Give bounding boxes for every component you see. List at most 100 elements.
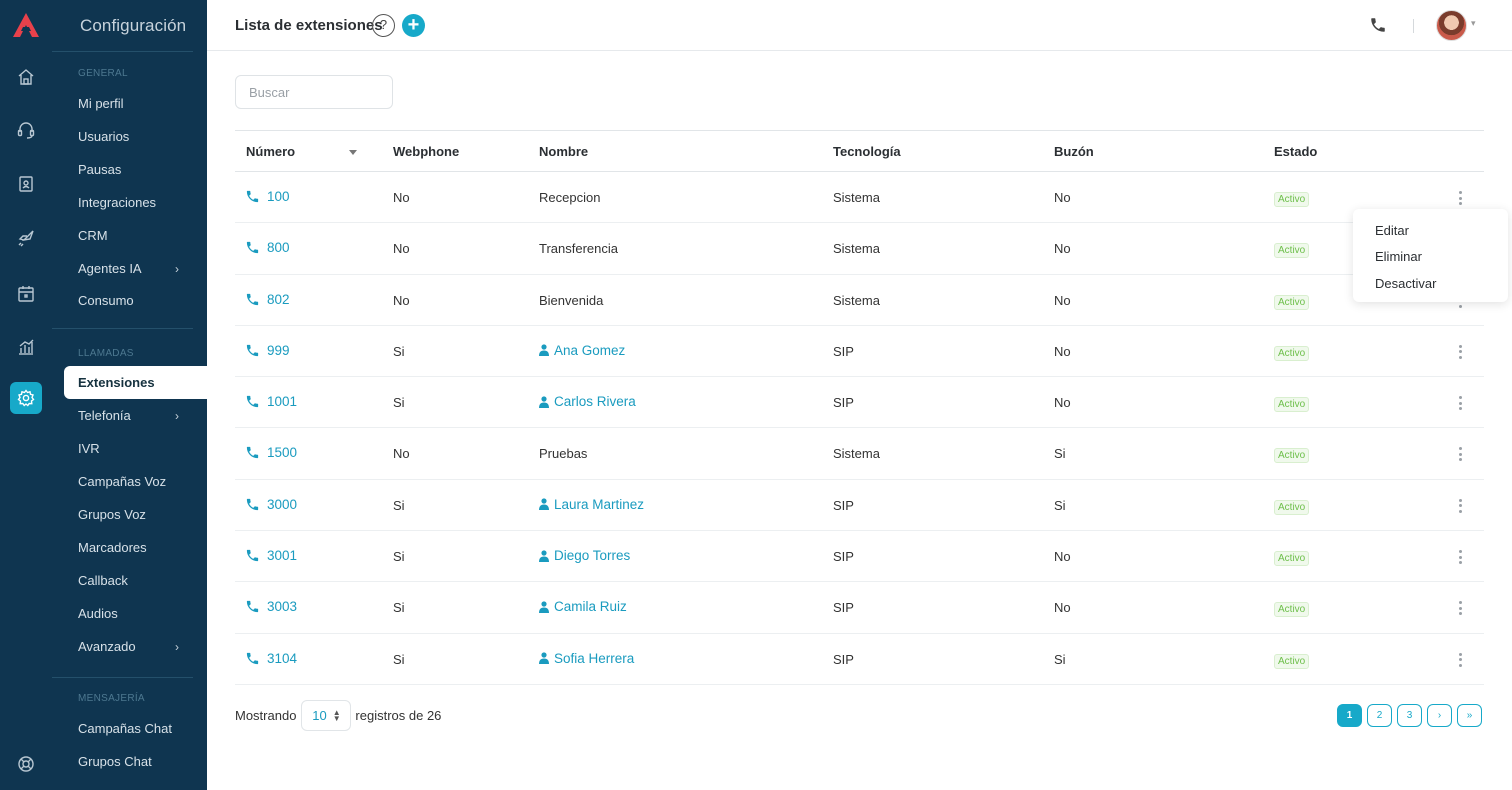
section-general-label: GENERAL <box>78 68 128 79</box>
sidebar-item-grupos-voz[interactable]: Grupos Voz <box>78 498 193 531</box>
user-name-link[interactable]: Diego Torres <box>539 548 630 563</box>
more-options-icon[interactable] <box>1456 600 1464 616</box>
sidebar-item-audios[interactable]: Audios <box>78 597 193 630</box>
phone-icon[interactable] <box>1369 16 1387 34</box>
more-options-icon[interactable] <box>1456 498 1464 514</box>
menu-item-desactivar[interactable]: Desactivar <box>1353 270 1508 297</box>
sidebar-item-integraciones[interactable]: Integraciones <box>78 186 193 219</box>
rocket-icon[interactable] <box>10 222 42 254</box>
column-header-buzon[interactable]: Buzón <box>1054 144 1094 159</box>
user-name-link[interactable]: Carlos Rivera <box>539 394 636 409</box>
sidebar-item-crm[interactable]: CRM <box>78 219 193 252</box>
extension-number-link[interactable]: 3003 <box>245 599 297 614</box>
sidebar-item-marcadores[interactable]: Marcadores <box>78 531 193 564</box>
app-logo-icon[interactable] <box>12 12 40 38</box>
add-extension-button[interactable]: + <box>402 14 425 37</box>
extension-number-link[interactable]: 802 <box>245 292 290 307</box>
next-page-button[interactable]: › <box>1427 704 1452 727</box>
voicemail-cell: No <box>1054 600 1071 616</box>
sidebar-item-mi-perfil[interactable]: Mi perfil <box>78 87 193 120</box>
user-name-link[interactable]: Camila Ruiz <box>539 599 627 614</box>
more-options-icon[interactable] <box>1456 549 1464 565</box>
per-page-select[interactable]: 10 ▲ ▼ <box>301 700 352 731</box>
chart-icon[interactable] <box>10 331 42 363</box>
extension-number-link[interactable]: 3000 <box>245 497 297 512</box>
chevron-down-icon[interactable]: ▾ <box>1471 18 1476 29</box>
icon-rail <box>0 0 52 790</box>
sidebar-item-campanas-chat[interactable]: Campañas Chat <box>78 712 193 745</box>
page-button-3[interactable]: 3 <box>1397 704 1422 727</box>
phone-icon <box>245 240 260 255</box>
more-options-icon[interactable] <box>1456 395 1464 411</box>
sidebar-item-grupos-chat[interactable]: Grupos Chat <box>78 745 193 778</box>
page-button-1[interactable]: 1 <box>1337 704 1362 727</box>
webphone-cell: Si <box>393 343 405 359</box>
user-name-link[interactable]: Ana Gomez <box>539 343 625 358</box>
column-header-tecnologia[interactable]: Tecnología <box>833 144 901 159</box>
calendar-icon[interactable] <box>10 278 42 310</box>
table-row: 3003 Si Camila Ruiz SIP No Activo <box>235 582 1484 634</box>
chevron-right-icon: › <box>175 262 179 276</box>
sidebar-item-avanzado[interactable]: Avanzado › <box>78 630 193 663</box>
sidebar-item-extensiones[interactable]: Extensiones <box>64 366 207 399</box>
webphone-cell: Si <box>393 600 405 616</box>
webphone-cell: Si <box>393 549 405 565</box>
menu-item-editar[interactable]: Editar <box>1353 217 1508 244</box>
more-options-icon[interactable] <box>1456 344 1464 360</box>
chevron-right-icon: › <box>175 640 179 654</box>
updown-icon: ▲ ▼ <box>332 707 341 723</box>
sidebar-item-ivr[interactable]: IVR <box>78 432 193 465</box>
search-input[interactable] <box>235 75 393 109</box>
column-header-numero[interactable]: Número <box>246 144 295 159</box>
status-badge: Activo <box>1274 551 1310 567</box>
headset-icon[interactable] <box>10 114 42 146</box>
user-name: Carlos Rivera <box>554 394 636 410</box>
webphone-cell: No <box>393 190 410 205</box>
column-header-estado[interactable]: Estado <box>1274 144 1317 159</box>
extensions-table: Número Webphone Nombre Tecnología Buzón … <box>235 130 1484 685</box>
sidebar-item-consumo[interactable]: Consumo <box>78 284 193 317</box>
sidebar-item-agentes-ia[interactable]: Agentes IA › <box>78 252 193 285</box>
technology-cell: SIP <box>833 497 854 513</box>
sort-desc-icon[interactable] <box>349 150 357 155</box>
more-options-icon[interactable] <box>1456 190 1464 206</box>
extension-number-link[interactable]: 3001 <box>245 548 297 563</box>
sidebar-item-callback[interactable]: Callback <box>78 564 193 597</box>
extension-number-link[interactable]: 1001 <box>245 394 297 409</box>
sidebar-item-pausas[interactable]: Pausas <box>78 153 193 186</box>
sidebar-title: Configuración <box>80 16 187 35</box>
last-page-button[interactable]: » <box>1457 704 1482 727</box>
table-row: 802 No Bienvenida Sistema No Activo <box>235 275 1484 326</box>
column-header-nombre[interactable]: Nombre <box>539 144 588 159</box>
column-header-webphone[interactable]: Webphone <box>393 144 459 159</box>
table-row: 3000 Si Laura Martinez SIP Si Activo <box>235 480 1484 532</box>
page-button-2[interactable]: 2 <box>1367 704 1392 727</box>
help-button[interactable]: ? <box>372 14 395 37</box>
technology-cell: SIP <box>833 600 854 616</box>
section-mensajeria-label: MENSAJERÍA <box>78 693 145 704</box>
extension-number-link[interactable]: 1500 <box>245 445 297 460</box>
gear-icon[interactable] <box>10 382 42 414</box>
table-header: Número Webphone Nombre Tecnología Buzón … <box>235 130 1484 172</box>
sidebar-item-campanas-voz[interactable]: Campañas Voz <box>78 465 193 498</box>
extension-number-link[interactable]: 3104 <box>245 651 297 666</box>
user-name-link[interactable]: Laura Martinez <box>539 497 644 512</box>
extension-number: 999 <box>267 342 290 358</box>
menu-item-eliminar[interactable]: Eliminar <box>1353 244 1508 271</box>
sidebar-item-telefonia[interactable]: Telefonía › <box>78 399 193 432</box>
avatar[interactable] <box>1436 10 1467 41</box>
more-options-icon[interactable] <box>1456 652 1464 668</box>
extension-number-link[interactable]: 100 <box>245 189 290 204</box>
sidebar-item-label: Telefonía <box>78 408 131 423</box>
extension-number-link[interactable]: 800 <box>245 240 290 255</box>
user-name-link[interactable]: Sofia Herrera <box>539 651 634 666</box>
extension-number-link[interactable]: 999 <box>245 343 290 358</box>
home-icon[interactable] <box>10 61 42 93</box>
pagination: 1 2 3 ›» <box>1337 704 1482 727</box>
support-icon[interactable] <box>10 748 42 780</box>
more-options-icon[interactable] <box>1456 446 1464 462</box>
voicemail-cell: Si <box>1054 651 1066 667</box>
contacts-icon[interactable] <box>10 168 42 200</box>
sidebar-item-usuarios[interactable]: Usuarios <box>78 120 193 153</box>
divider <box>52 51 193 52</box>
